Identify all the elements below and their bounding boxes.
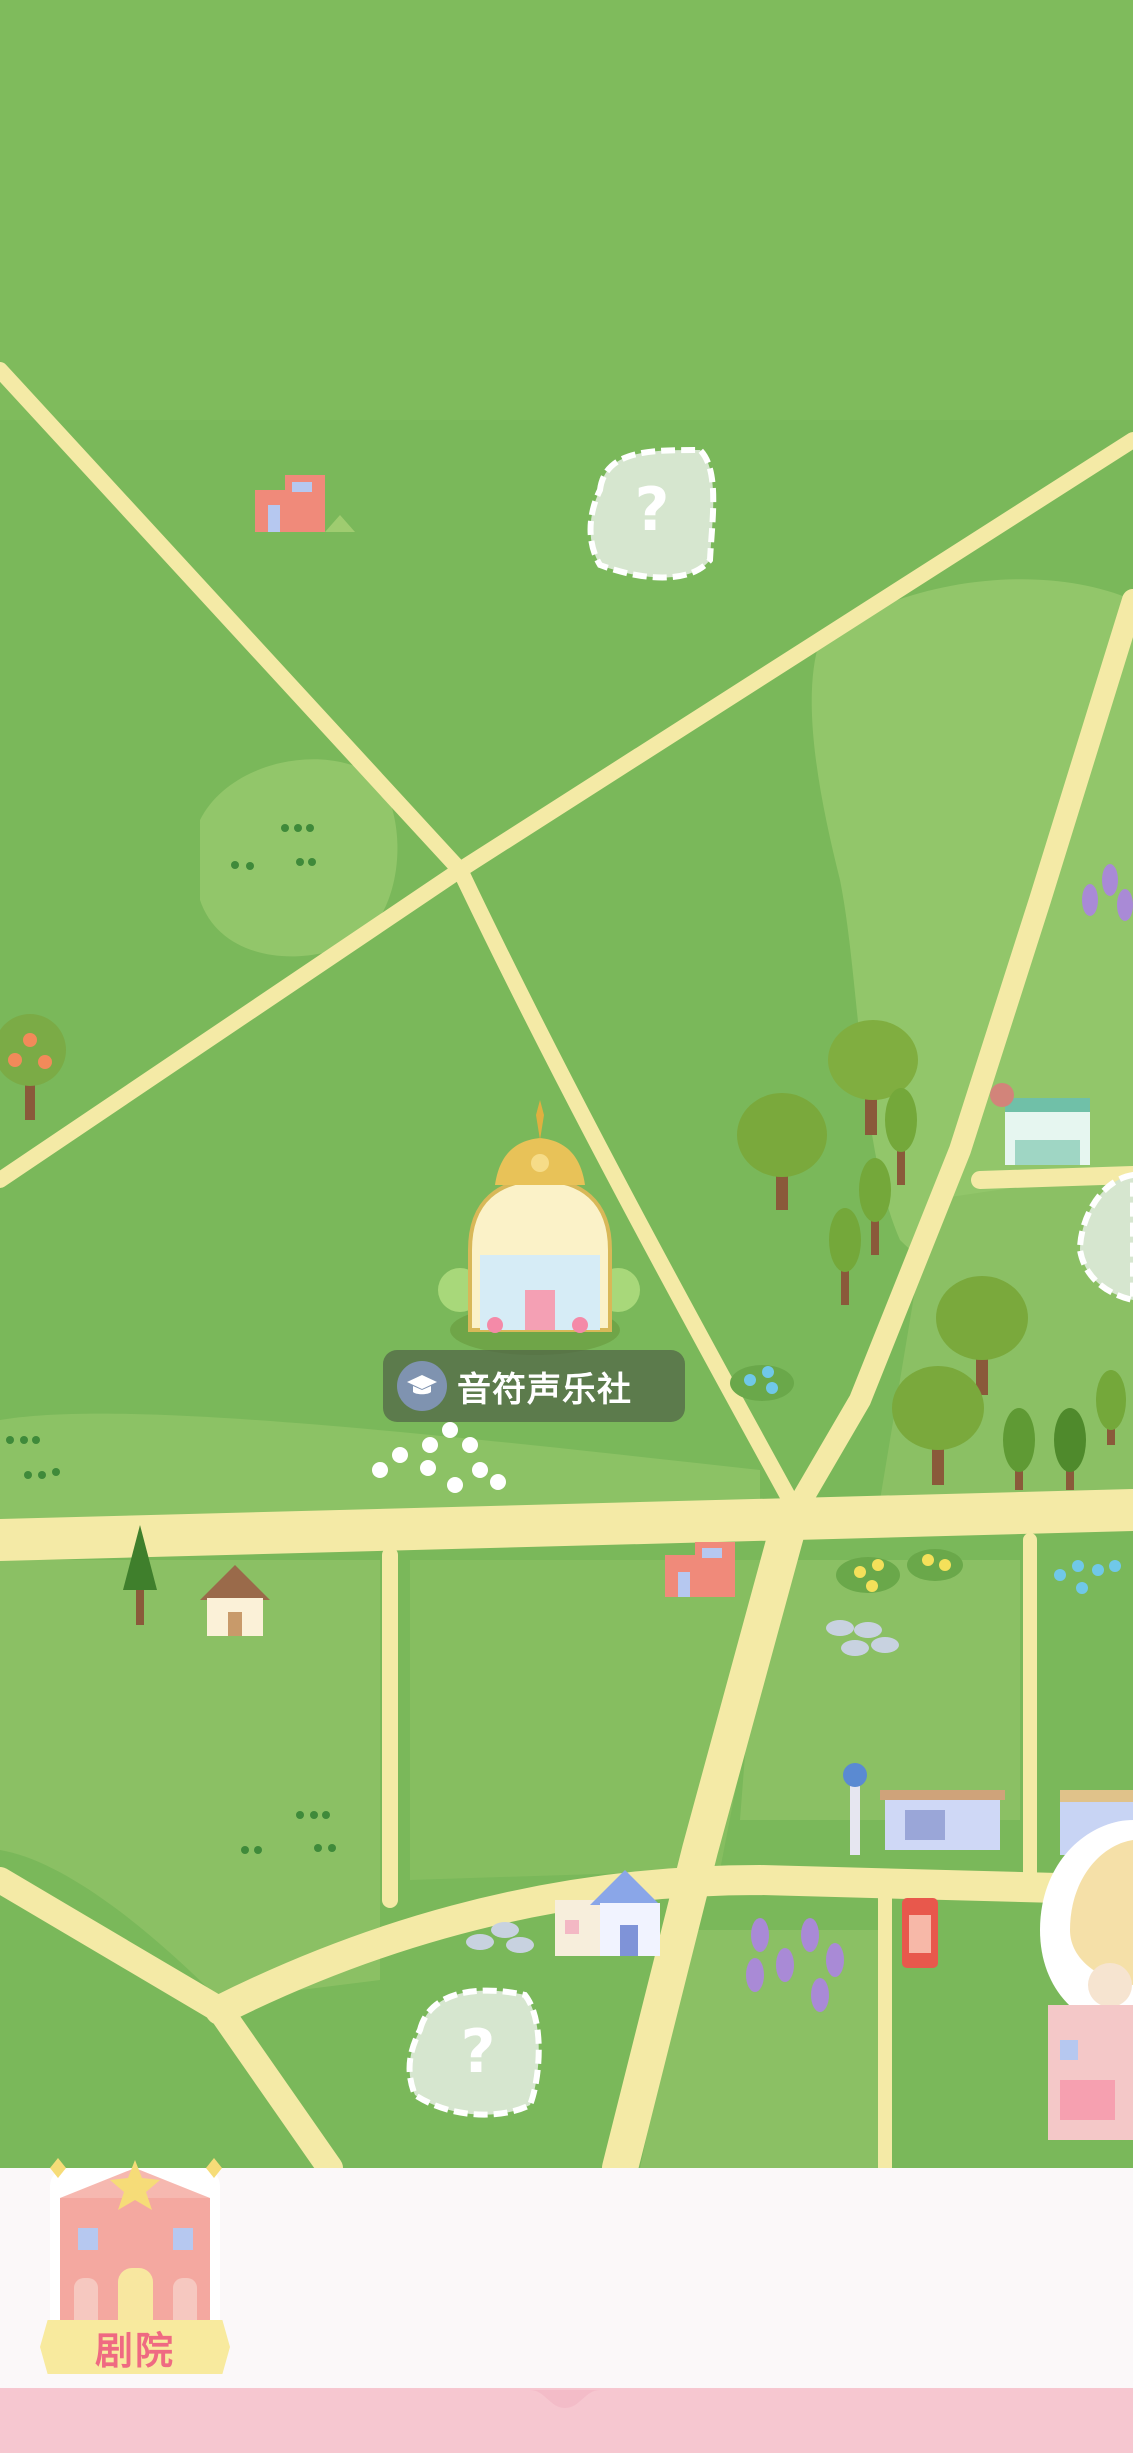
- question-mark-icon: ?: [635, 475, 670, 545]
- location-name: 音符声乐社: [457, 1369, 632, 1410]
- panel-handle-icon: [530, 2390, 600, 2408]
- unknown-location[interactable]: ?: [587, 446, 717, 581]
- theatre-label[interactable]: 剧院: [40, 2320, 230, 2374]
- unknown-location[interactable]: ?: [406, 1987, 542, 2118]
- graduation-cap-icon: [397, 1361, 447, 1411]
- world-map[interactable]: ? ?: [0, 0, 1133, 2453]
- question-mark-icon: ?: [461, 2017, 496, 2087]
- phone-booth-icon: [902, 1898, 938, 1968]
- pink-building-icon: [1048, 2005, 1133, 2140]
- location-label-music-society[interactable]: 音符声乐社: [383, 1350, 685, 1422]
